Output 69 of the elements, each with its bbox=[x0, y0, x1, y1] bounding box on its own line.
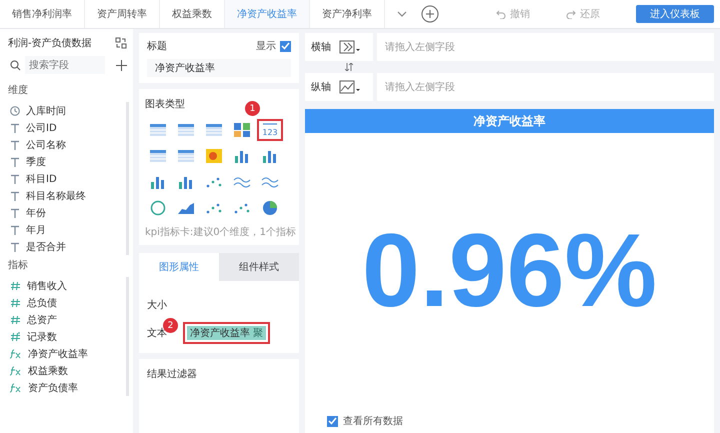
kpi-card-icon[interactable]: 123 bbox=[257, 119, 283, 141]
field-chip[interactable]: 净资产收益率 聚 bbox=[187, 326, 266, 340]
number-type-icon bbox=[10, 314, 21, 324]
dataset-title: 利润-资产负债数据 bbox=[8, 36, 92, 50]
section-label: 维度 bbox=[8, 84, 29, 97]
show-all-label: 查看所有数据 bbox=[343, 414, 403, 428]
add-icon[interactable] bbox=[116, 60, 127, 70]
count-type-icon bbox=[10, 332, 21, 342]
field-item[interactable]: 科目名称最终 bbox=[8, 187, 126, 204]
text-type-icon bbox=[10, 208, 20, 218]
field-item[interactable]: 公司名称 bbox=[8, 136, 126, 153]
field-item[interactable]: 公司ID bbox=[8, 119, 126, 136]
axis-label: 横轴 bbox=[311, 40, 331, 54]
enter-dashboard-button[interactable]: 进入仪表板 bbox=[636, 5, 714, 23]
section-label: 指标 bbox=[8, 258, 29, 272]
add-circle-icon[interactable] bbox=[421, 5, 439, 23]
show-all-checkbox[interactable] bbox=[327, 416, 338, 426]
chart-type-label: 图表类型 bbox=[145, 99, 185, 110]
field-item[interactable]: 总负债 bbox=[8, 294, 126, 311]
formula-icon bbox=[10, 348, 22, 358]
redo-icon bbox=[566, 10, 576, 18]
text-type-icon bbox=[10, 174, 20, 184]
kpi-value: 0.96% bbox=[362, 212, 657, 330]
clock-icon bbox=[10, 106, 20, 116]
text-type-icon bbox=[10, 190, 20, 200]
number-type-icon bbox=[10, 298, 21, 308]
formula-icon bbox=[10, 382, 22, 392]
number-type-icon bbox=[10, 280, 21, 290]
field-item[interactable]: 年份 bbox=[8, 204, 126, 221]
axis-type-icon[interactable] bbox=[339, 40, 361, 54]
field-item[interactable]: 年月 bbox=[8, 221, 126, 238]
show-checkbox[interactable] bbox=[280, 40, 291, 52]
formula-icon bbox=[10, 366, 22, 376]
field-item[interactable]: 记录数 bbox=[8, 328, 126, 345]
chart-hint: kpi指标卡:建议0个维度，1个指标 bbox=[145, 226, 295, 239]
sheet-tab[interactable]: 资产净利率 bbox=[310, 0, 385, 28]
text-type-icon bbox=[10, 224, 20, 234]
search-icon bbox=[10, 60, 21, 70]
field-item[interactable]: 科目ID bbox=[8, 170, 126, 187]
field-item[interactable]: 总资产 bbox=[8, 311, 126, 328]
switch-dataset-icon[interactable] bbox=[115, 37, 127, 49]
property-tab[interactable]: 图形属性 bbox=[139, 253, 219, 281]
text-type-icon bbox=[10, 140, 20, 150]
field-item[interactable]: 是否合并 bbox=[8, 238, 126, 255]
title-label: 标题 bbox=[147, 40, 167, 53]
axis-label: 纵轴 bbox=[311, 80, 331, 94]
sheet-tab[interactable]: 销售净利润率 bbox=[0, 0, 85, 28]
undo-icon bbox=[496, 10, 506, 18]
callout-badge: 1 bbox=[245, 101, 260, 116]
chart-title-bar: 净资产收益率 bbox=[305, 109, 714, 133]
search-field[interactable]: 搜索字段 bbox=[25, 56, 105, 74]
sheet-tab[interactable]: 资产周转率 bbox=[85, 0, 160, 28]
chevron-down-icon[interactable] bbox=[397, 11, 407, 17]
field-item[interactable]: 权益乘数 bbox=[8, 362, 126, 379]
swap-icon[interactable] bbox=[345, 63, 353, 71]
size-label: 大小 bbox=[147, 298, 168, 313]
show-label: 显示 bbox=[256, 40, 276, 53]
field-item[interactable]: 季度 bbox=[8, 153, 126, 170]
field-item[interactable]: 入库时间 bbox=[8, 102, 126, 119]
text-type-icon bbox=[10, 242, 20, 252]
filter-label: 结果过滤器 bbox=[139, 359, 299, 433]
text-type-icon bbox=[10, 156, 20, 166]
axis-type-icon[interactable] bbox=[339, 80, 361, 94]
field-item[interactable]: 资产负债率 bbox=[8, 379, 126, 396]
title-input[interactable]: 净资产收益率 bbox=[147, 59, 291, 77]
property-tab[interactable]: 组件样式 bbox=[219, 253, 299, 281]
field-item[interactable]: 净资产收益率 bbox=[8, 345, 126, 362]
field-item[interactable]: 销售收入 bbox=[8, 277, 126, 294]
text-type-icon bbox=[10, 122, 20, 132]
